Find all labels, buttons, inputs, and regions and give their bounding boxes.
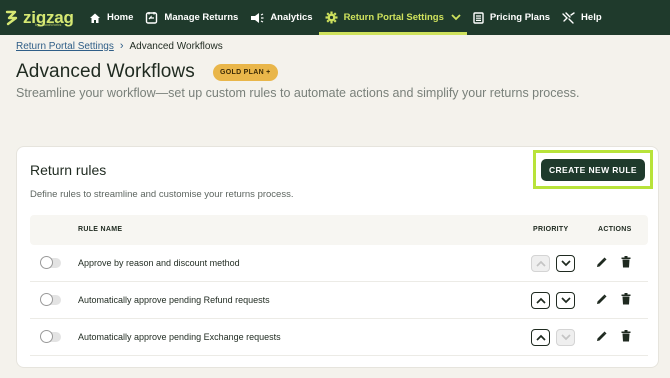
top-nav-bar: zigzag by GoodWorks Home Manage Returns … bbox=[0, 0, 670, 35]
gear-icon bbox=[325, 11, 338, 24]
plan-badge: GOLD PLAN + bbox=[213, 64, 278, 81]
nav-manage-returns[interactable]: Manage Returns bbox=[139, 0, 244, 35]
breadcrumb: Return Portal Settings › Advanced Workfl… bbox=[16, 40, 223, 52]
main-nav: Home Manage Returns Analytics Return Por… bbox=[83, 0, 608, 35]
table-row: Approve by reason and discount method bbox=[30, 245, 648, 282]
chevron-down-icon bbox=[451, 14, 461, 21]
breadcrumb-parent-link[interactable]: Return Portal Settings bbox=[16, 41, 114, 52]
rule-name: Approve by reason and discount method bbox=[78, 258, 240, 268]
chevron-up-icon bbox=[535, 334, 546, 341]
rule-name: Automatically approve pending Exchange r… bbox=[78, 332, 281, 342]
brand-subtext: by GoodWorks bbox=[35, 22, 62, 27]
nav-home-label: Home bbox=[107, 12, 134, 23]
rules-table: RULE NAME PRIORITY ACTIONS Approve by re… bbox=[30, 215, 648, 356]
nav-pricing-plans-label: Pricing Plans bbox=[489, 12, 551, 23]
card-description: Define rules to streamline and customise… bbox=[30, 189, 294, 200]
header-actions: ACTIONS bbox=[598, 226, 632, 233]
move-down-button[interactable] bbox=[556, 292, 575, 309]
nav-analytics[interactable]: Analytics bbox=[244, 0, 318, 35]
zigzag-logo[interactable]: zigzag by GoodWorks bbox=[5, 0, 83, 35]
move-down-button[interactable] bbox=[556, 255, 575, 272]
delete-icon[interactable] bbox=[621, 256, 631, 268]
chevron-down-icon bbox=[560, 260, 571, 267]
table-header: RULE NAME PRIORITY ACTIONS bbox=[30, 215, 648, 245]
chevron-up-icon bbox=[535, 260, 546, 267]
delete-icon[interactable] bbox=[621, 330, 631, 342]
move-up-button bbox=[531, 255, 550, 272]
toggle-knob bbox=[40, 256, 53, 269]
move-up-button[interactable] bbox=[531, 292, 550, 309]
card-title: Return rules bbox=[30, 162, 107, 178]
home-icon bbox=[90, 13, 100, 23]
move-down-button bbox=[556, 329, 575, 346]
return-rules-card: Return rules Define rules to streamline … bbox=[16, 146, 659, 368]
chevron-down-icon bbox=[560, 334, 571, 341]
zigzag-logo-icon bbox=[5, 10, 19, 26]
page-title: Advanced Workflows bbox=[16, 61, 195, 82]
edit-icon[interactable] bbox=[596, 294, 607, 305]
analytics-icon bbox=[251, 12, 264, 23]
page-subtitle: Streamline your workflow—set up custom r… bbox=[16, 86, 580, 100]
create-new-rule-button[interactable]: CREATE NEW RULE bbox=[540, 158, 645, 181]
nav-help-label: Help bbox=[581, 12, 602, 23]
toggle-knob bbox=[40, 330, 53, 343]
delete-icon[interactable] bbox=[621, 293, 631, 305]
nav-manage-returns-label: Manage Returns bbox=[164, 12, 239, 23]
rule-name: Automatically approve pending Refund req… bbox=[78, 295, 270, 305]
rule-toggle[interactable] bbox=[40, 293, 61, 306]
table-row: Automatically approve pending Refund req… bbox=[30, 282, 648, 319]
returns-icon bbox=[146, 12, 158, 24]
edit-icon[interactable] bbox=[596, 257, 607, 268]
move-up-button[interactable] bbox=[531, 329, 550, 346]
nav-return-portal-settings-label: Return Portal Settings bbox=[343, 12, 444, 23]
create-rule-highlight: CREATE NEW RULE bbox=[533, 150, 653, 189]
header-rule-name: RULE NAME bbox=[78, 226, 123, 233]
table-row: Automatically approve pending Exchange r… bbox=[30, 319, 648, 356]
nav-pricing-plans[interactable]: Pricing Plans bbox=[467, 0, 556, 35]
breadcrumb-current: Advanced Workflows bbox=[129, 40, 223, 52]
breadcrumb-separator: › bbox=[119, 40, 124, 52]
pricing-icon bbox=[473, 11, 484, 24]
toggle-knob bbox=[40, 293, 53, 306]
chevron-up-icon bbox=[535, 297, 546, 304]
help-icon bbox=[562, 11, 575, 24]
nav-home[interactable]: Home bbox=[83, 0, 139, 35]
rule-toggle[interactable] bbox=[40, 256, 61, 269]
edit-icon[interactable] bbox=[596, 331, 607, 342]
nav-analytics-label: Analytics bbox=[270, 12, 313, 23]
header-priority: PRIORITY bbox=[533, 226, 569, 233]
nav-help[interactable]: Help bbox=[556, 0, 608, 35]
chevron-down-icon bbox=[560, 297, 571, 304]
rule-toggle[interactable] bbox=[40, 330, 61, 343]
nav-return-portal-settings[interactable]: Return Portal Settings bbox=[318, 0, 467, 35]
